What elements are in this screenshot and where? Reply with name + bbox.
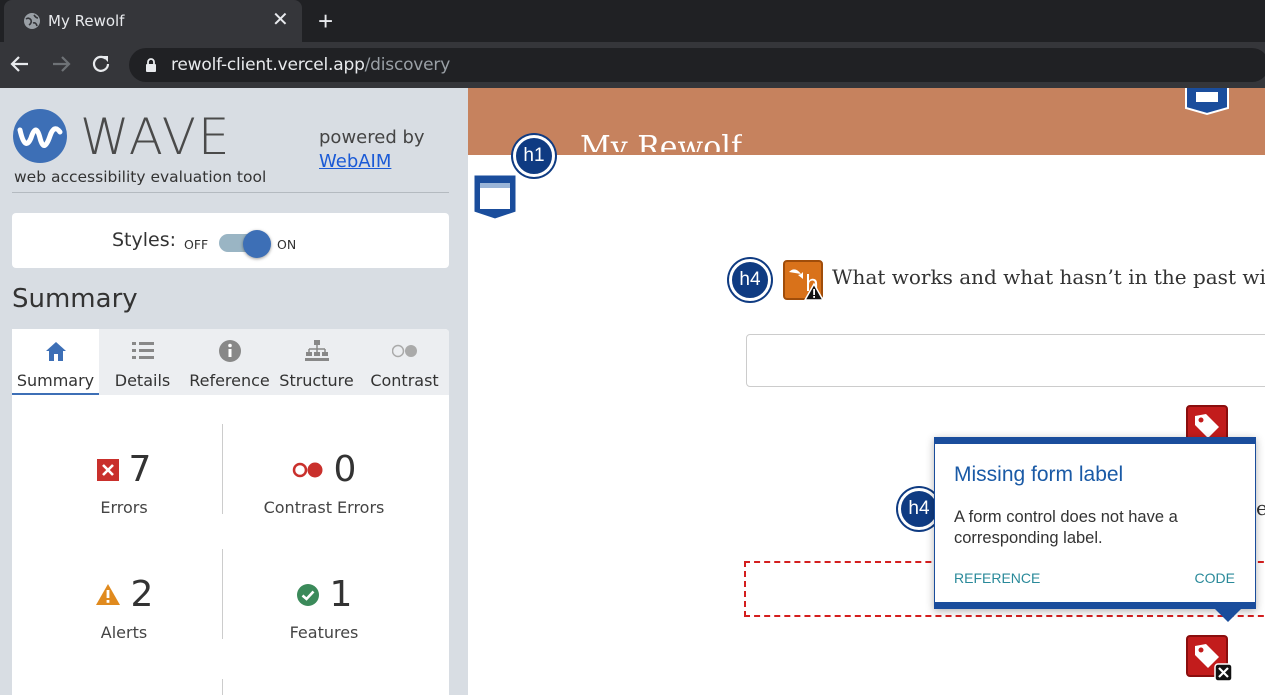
page-content: My Rewolf h1 h4 h What works and what ha… (468, 88, 1265, 695)
contrast-errors-stat[interactable]: 0 Contrast Errors (224, 449, 424, 517)
tab-label: Summary (16, 371, 95, 390)
address-bar[interactable]: rewolf-client.vercel.app/discovery (129, 48, 1265, 82)
alerts-count: 2 (130, 574, 154, 615)
missing-label-error-icon-selected[interactable] (1186, 635, 1236, 681)
summary-panel: Summary Details Reference Structure Cont… (12, 329, 449, 695)
wave-subtitle: web accessibility evaluation tool (14, 168, 267, 186)
info-icon (218, 340, 241, 362)
url-text: rewolf-client.vercel.app/discovery (171, 55, 450, 75)
divider (222, 549, 223, 639)
tooltip-reference-link[interactable]: REFERENCE (954, 570, 1040, 586)
browser-toolbar: rewolf-client.vercel.app/discovery (0, 42, 1265, 88)
error-icon (96, 458, 119, 481)
heading-skip-alert-icon[interactable]: h (783, 260, 823, 300)
landmark-icon[interactable] (1184, 88, 1230, 116)
browser-tab-strip: My Rewolf ✕ + (0, 0, 1265, 42)
forward-arrow-icon[interactable] (49, 52, 73, 76)
alerts-label: Alerts (100, 623, 148, 642)
alert-icon (95, 584, 120, 605)
header-landmark-icon[interactable] (473, 174, 517, 220)
divider (12, 192, 449, 193)
url-path: /discovery (364, 55, 451, 75)
powered-by: powered by WebAIM (319, 126, 425, 174)
browser-tab[interactable]: My Rewolf ✕ (4, 0, 302, 42)
features-label: Features (289, 623, 359, 642)
structure-icon (304, 340, 329, 361)
wave-title: WAVE (80, 108, 232, 166)
wave-logo-icon (13, 109, 67, 163)
styles-toggle-knob[interactable] (243, 230, 271, 258)
errors-label: Errors (100, 498, 148, 517)
tooltip-body: A form control does not have a correspon… (954, 508, 1178, 547)
tab-title: My Rewolf (48, 12, 125, 30)
tab-reference[interactable]: Reference (186, 329, 273, 395)
wave-sidebar: WAVE web accessibility evaluation tool p… (0, 88, 468, 695)
styles-toggle-panel: Styles: OFF ON (12, 213, 449, 268)
features-stat[interactable]: 1 Features (224, 574, 424, 642)
divider (222, 424, 223, 514)
errors-stat[interactable]: 7 Errors (24, 449, 224, 517)
list-icon (131, 342, 154, 359)
globe-icon (24, 13, 40, 29)
webaim-link[interactable]: WebAIM (319, 151, 391, 172)
tab-summary[interactable]: Summary (12, 329, 99, 395)
errors-count: 7 (128, 449, 152, 490)
site-title: My Rewolf (580, 130, 742, 160)
contrast-icon (391, 344, 417, 358)
styles-off-label: OFF (184, 237, 209, 252)
alerts-stat[interactable]: 2 Alerts (24, 574, 224, 642)
contrast-error-icon (292, 462, 323, 477)
tooltip-arrow (1215, 609, 1241, 622)
error-tooltip: Missing form label A form control does n… (934, 437, 1256, 609)
wave-tabs: Summary Details Reference Structure Cont… (12, 329, 449, 395)
styles-on-label: ON (277, 237, 297, 252)
tab-details[interactable]: Details (99, 329, 186, 395)
home-icon (45, 342, 66, 361)
tab-label: Details (114, 371, 171, 390)
url-host: rewolf-client.vercel.app (171, 55, 365, 75)
tab-contrast[interactable]: Contrast (360, 329, 449, 395)
tooltip-title: Missing form label (954, 463, 1124, 486)
tab-label: Structure (279, 371, 354, 390)
h4-badge[interactable]: h4 (729, 259, 771, 301)
tooltip-code-link[interactable]: CODE (1195, 570, 1235, 586)
styles-label: Styles: (112, 229, 177, 251)
text-input[interactable] (746, 334, 1265, 387)
feature-check-icon (296, 583, 319, 606)
tab-label: Contrast (370, 371, 439, 390)
lock-icon (146, 58, 156, 72)
close-tab-icon[interactable]: ✕ (272, 9, 289, 31)
new-tab-button[interactable]: + (318, 8, 333, 34)
question-heading-2: er (1256, 496, 1265, 520)
reload-icon[interactable] (89, 52, 113, 76)
tab-structure[interactable]: Structure (273, 329, 360, 395)
powered-by-label: powered by (319, 127, 425, 148)
contrast-errors-label: Contrast Errors (263, 498, 385, 517)
tab-label: Reference (189, 371, 270, 390)
summary-heading: Summary (12, 284, 138, 314)
back-arrow-icon[interactable] (8, 52, 32, 76)
site-header: My Rewolf (468, 88, 1265, 155)
contrast-errors-count: 0 (333, 449, 357, 490)
question-heading: What works and what hasn’t in the past w… (832, 265, 1265, 289)
features-count: 1 (329, 574, 353, 615)
h1-badge[interactable]: h1 (513, 135, 555, 177)
divider (222, 679, 223, 695)
